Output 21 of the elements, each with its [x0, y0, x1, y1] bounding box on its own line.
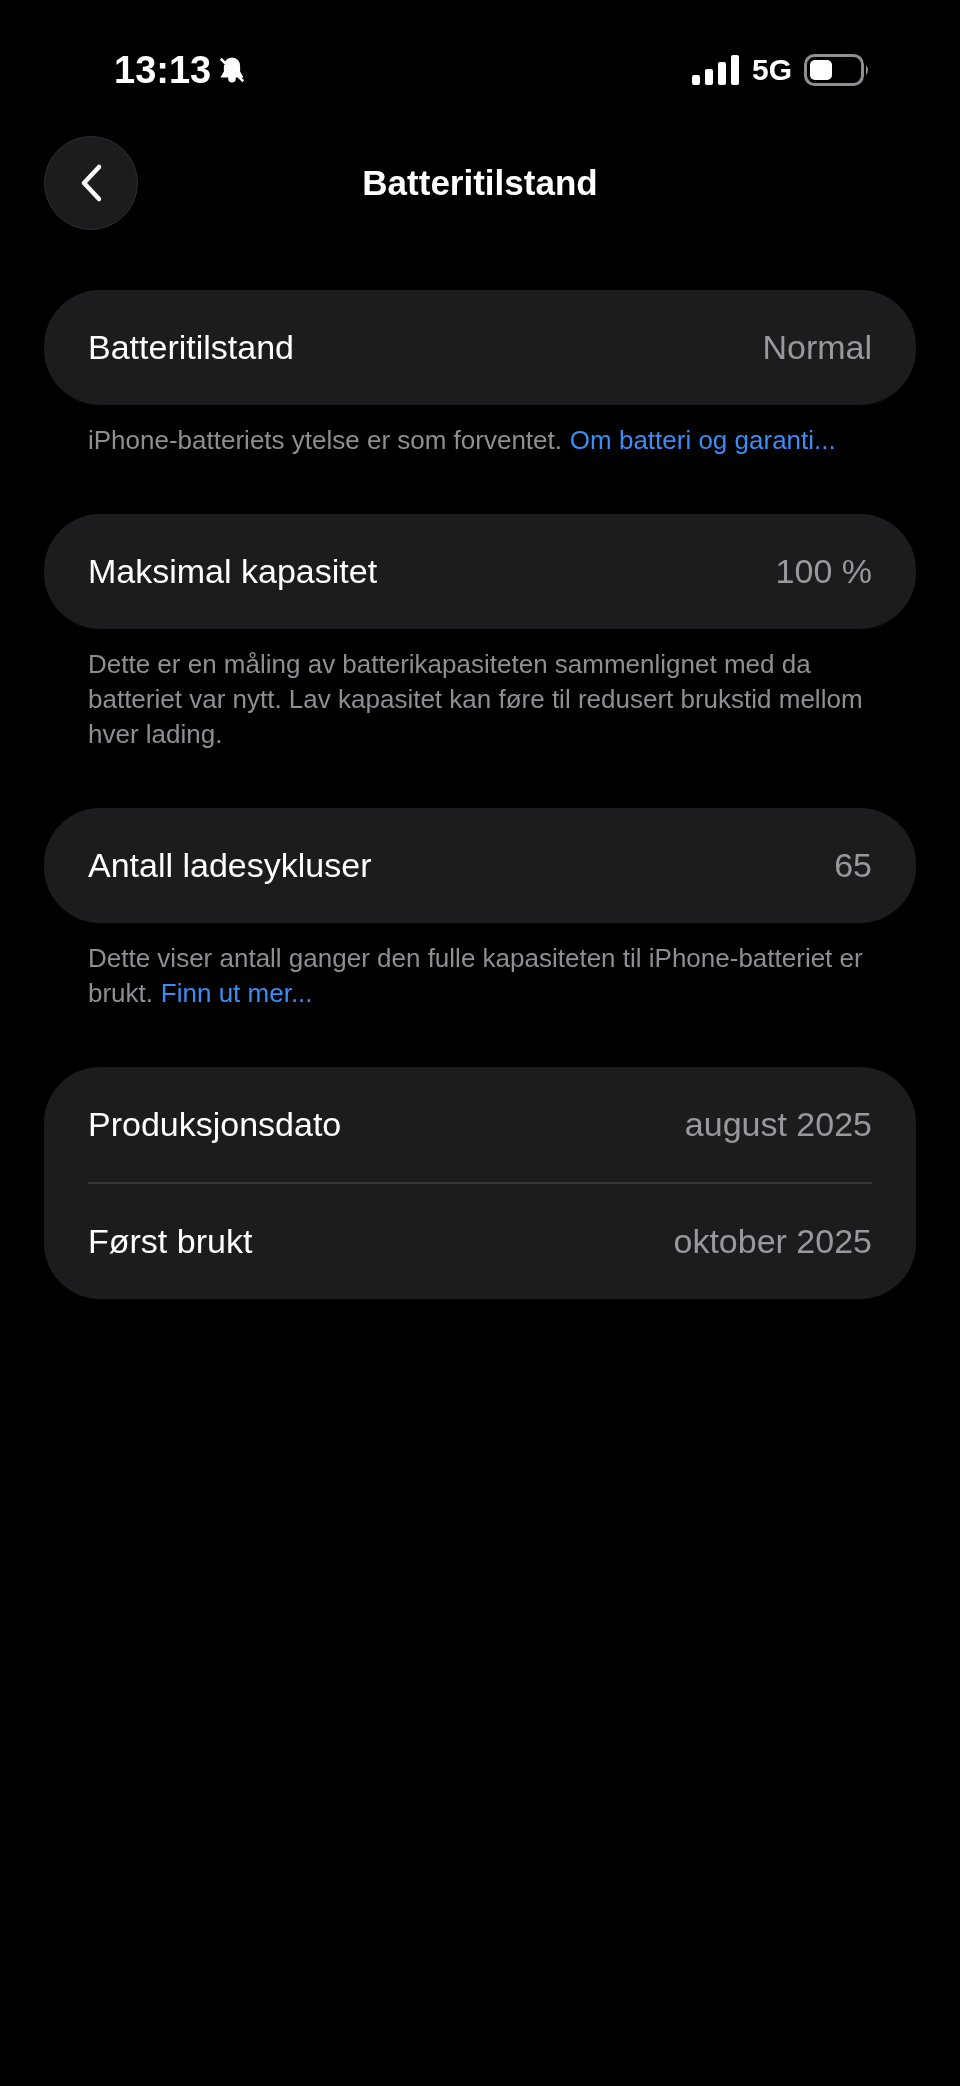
battery-icon [804, 54, 870, 86]
row-value: oktober 2025 [673, 1222, 872, 1261]
row-value: august 2025 [684, 1105, 872, 1144]
chevron-left-icon [79, 163, 103, 203]
row-value: 65 [834, 846, 872, 885]
footer-link[interactable]: Om batteri og garanti... [569, 425, 836, 455]
status-time: 13:13 [114, 48, 212, 92]
signal-icon [691, 55, 740, 85]
row-label: Batteritilstand [88, 328, 294, 367]
row-value: 100 % [775, 552, 872, 591]
row-label: Antall ladesykluser [88, 846, 372, 885]
row-label: Produksjonsdato [88, 1105, 342, 1144]
page-title: Batteritilstand [362, 163, 598, 203]
network-label: 5G [751, 53, 792, 87]
row-label: Maksimal kapasitet [88, 552, 378, 591]
footer-link[interactable]: Finn ut mer... [160, 978, 313, 1008]
footer-text: iPhone-batteriets ytelse er som forventet. Om batteri og garanti... [87, 424, 837, 457]
footer-text: Dette er en måling av batterikapasiteten sammenlignet med da batteriet var nytt. Lav kapasitet kan føre til redusert brukstid mellom hver lading. [87, 648, 864, 751]
row-label: Først brukt [88, 1222, 253, 1261]
footer-text: Dette viser antall ganger den fulle kapasiteten til iPhone-batteriet er brukt. Finn ut mer... [87, 942, 864, 1010]
row-value: Normal [762, 328, 872, 367]
